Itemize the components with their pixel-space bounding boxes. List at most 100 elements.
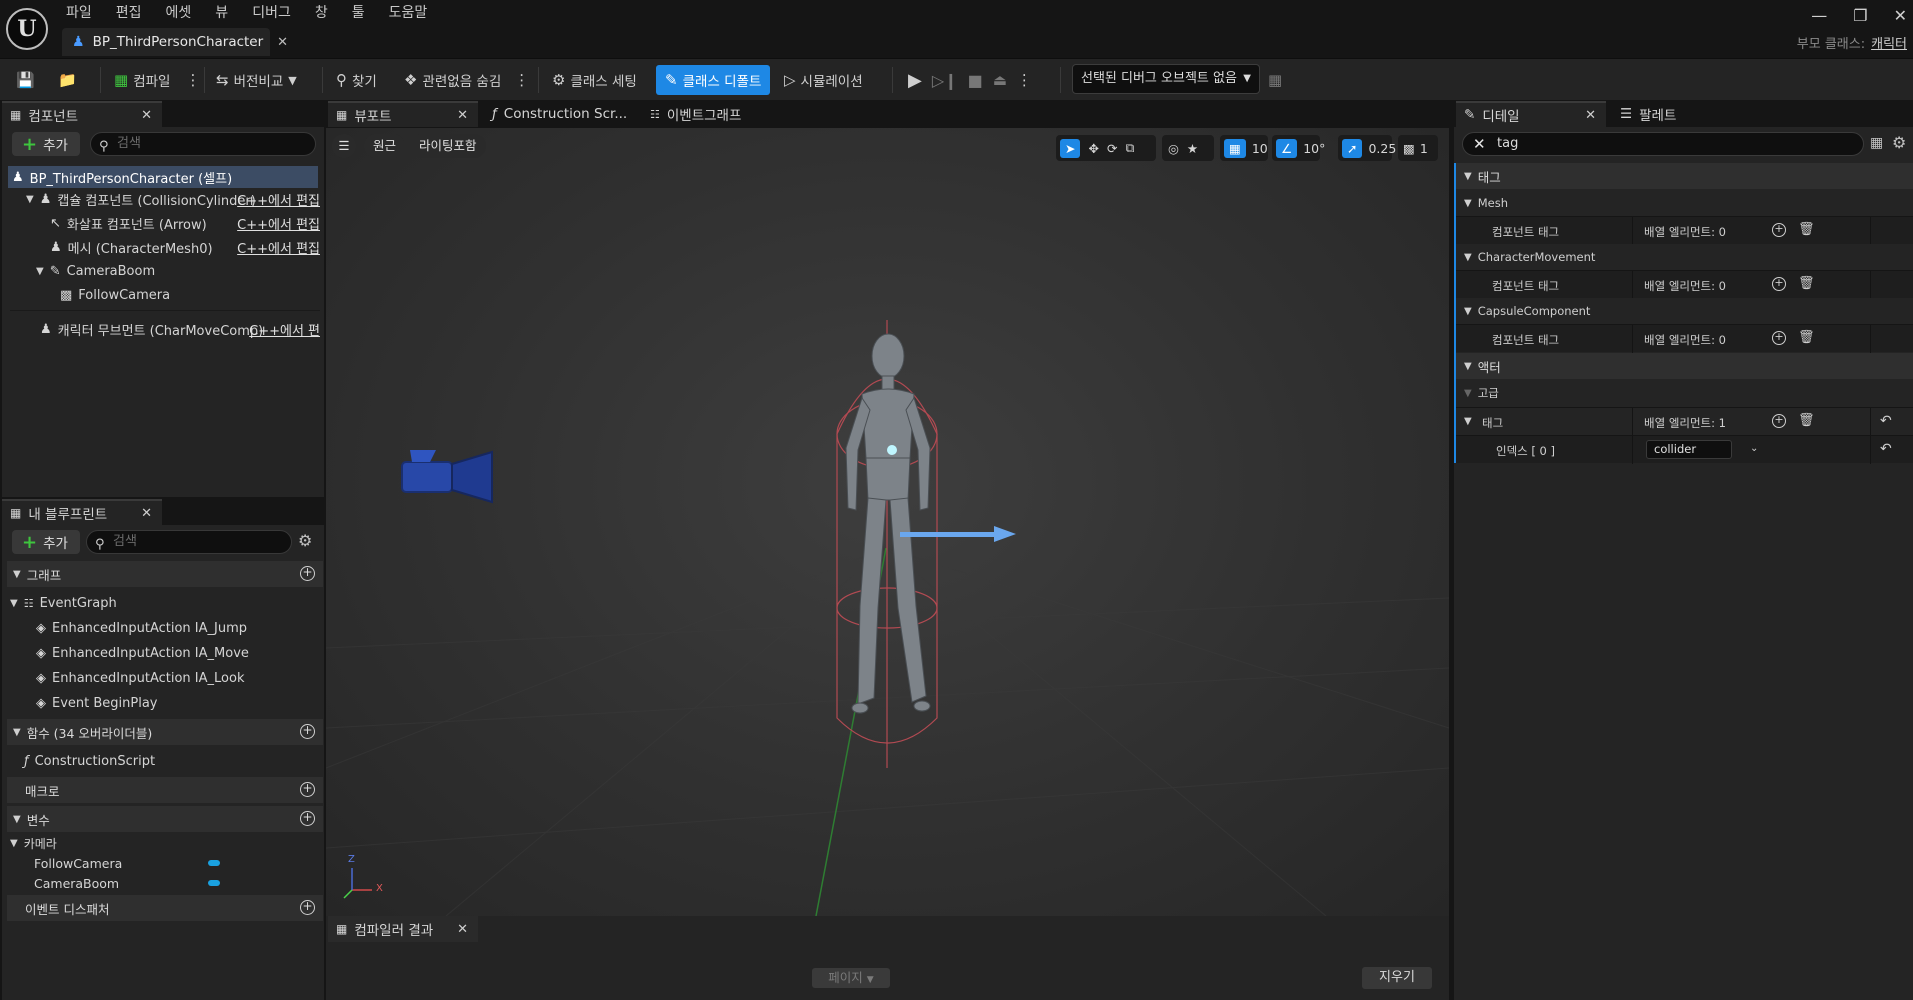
details-section-tags[interactable]: ▼ 태그 xyxy=(1456,163,1913,189)
compile-button[interactable]: ▦ 컴파일 ⋮ xyxy=(114,65,200,95)
details-group-advanced[interactable]: ▼ 고급 xyxy=(1456,380,1913,406)
debug-filter-button[interactable]: ▦ xyxy=(1268,65,1282,95)
menu-view[interactable]: 뷰 xyxy=(215,2,239,24)
event-item[interactable]: ◈ EnhancedInputAction IA_Look xyxy=(36,667,244,689)
tab-construction-script[interactable]: ƒ Construction Scr... xyxy=(484,101,634,127)
add-graph-icon[interactable]: + xyxy=(300,566,315,581)
component-charmovement[interactable]: ♟ 캐릭터 무브먼트 (CharMoveComp) C++에서 편 xyxy=(10,318,320,340)
add-element-icon[interactable]: + xyxy=(1772,414,1786,428)
menu-debug[interactable]: 디버그 xyxy=(252,2,302,24)
variable-followcamera[interactable]: FollowCamera xyxy=(34,852,220,874)
component-followcamera[interactable]: ▩ FollowCamera xyxy=(10,284,320,306)
simulation-button[interactable]: ▷ 시뮬레이션 xyxy=(784,65,863,95)
add-macro-icon[interactable]: + xyxy=(300,782,315,797)
edit-in-cpp-link[interactable]: C++에서 편집 xyxy=(237,238,320,257)
expand-arrow-icon[interactable]: ▼ xyxy=(26,194,34,205)
component-capsule[interactable]: ▼ ♟ 캡슐 컴포넌트 (CollisionCylinder) C++에서 편집 xyxy=(10,188,320,210)
class-settings-button[interactable]: ⚙ 클래스 세팅 xyxy=(552,65,637,95)
parent-class-link[interactable]: 캐릭터 xyxy=(1871,37,1907,52)
edit-in-cpp-link[interactable]: C++에서 편집 xyxy=(237,214,320,233)
section-functions[interactable]: ▼ 함수 (34 오버라이더블) + xyxy=(7,719,323,745)
clear-search-icon[interactable]: ✕ xyxy=(1473,133,1486,155)
kebab-menu-icon[interactable]: ⋮ xyxy=(185,71,200,89)
component-root[interactable]: ♟ BP_ThirdPersonCharacter (셀프) xyxy=(8,166,318,188)
rotate-tool-icon[interactable]: ⟳ xyxy=(1107,141,1117,156)
pages-dropdown[interactable]: 페이지 ▼ xyxy=(812,968,890,988)
arrow-component-gizmo[interactable] xyxy=(900,526,1016,542)
details-group-mesh[interactable]: ▼ Mesh xyxy=(1456,190,1913,216)
tab-details[interactable]: ✎ 디테일 ✕ xyxy=(1456,101,1606,127)
play-icon[interactable]: ▶ xyxy=(908,70,922,91)
viewport[interactable]: Z X ☰ 원근 라이팅포함 ➤ ✥ ⟳ ⧉ ◎ ★ ▦ 10 ∠ 10° ➚ 0.2… xyxy=(326,128,1449,916)
surface-snap-icon[interactable]: ★ xyxy=(1187,141,1198,156)
add-variable-icon[interactable]: + xyxy=(300,811,315,826)
component-cameraboom[interactable]: ▼ ✎ CameraBoom xyxy=(10,260,320,282)
close-icon[interactable]: ✕ xyxy=(141,108,152,123)
tab-my-blueprint[interactable]: ▦ 내 블루프린트 ✕ xyxy=(2,499,162,525)
details-section-actor[interactable]: ▼ 액터 xyxy=(1456,353,1913,379)
edit-in-cpp-link[interactable]: C++에서 편 xyxy=(249,320,320,339)
menu-file[interactable]: 파일 xyxy=(66,2,103,24)
lighting-button[interactable]: 라이팅포함 xyxy=(410,134,486,158)
tag-value-input[interactable]: collider xyxy=(1646,440,1732,459)
chevron-down-icon[interactable]: ⌄ xyxy=(1750,443,1758,454)
close-icon[interactable]: ✕ xyxy=(457,108,468,123)
scale-tool-icon[interactable]: ⧉ xyxy=(1125,140,1134,156)
function-construction-script[interactable]: ƒ ConstructionScript xyxy=(24,750,155,772)
close-icon[interactable]: ✕ xyxy=(1585,108,1596,123)
menu-tools[interactable]: 툴 xyxy=(352,2,376,24)
menu-edit[interactable]: 편집 xyxy=(116,2,153,24)
close-window-icon[interactable]: ✕ xyxy=(1894,6,1907,25)
kebab-menu-icon[interactable]: ⋮ xyxy=(514,71,529,89)
world-space-icon[interactable]: ◎ xyxy=(1168,141,1179,156)
gear-icon[interactable]: ⚙ xyxy=(298,531,312,550)
event-item[interactable]: ◈ EnhancedInputAction IA_Move xyxy=(36,642,249,664)
minimize-icon[interactable]: — xyxy=(1811,6,1827,25)
components-search-input[interactable]: ⚲ 검색 xyxy=(90,132,316,156)
diff-button[interactable]: ⇆ 버전비교 ▼ xyxy=(216,65,297,95)
class-defaults-button[interactable]: ✎ 클래스 디폴트 xyxy=(656,65,771,95)
grid-snap-tool[interactable]: ▦ 10 xyxy=(1220,135,1268,161)
graph-eventgraph[interactable]: ▼ ☷ EventGraph xyxy=(10,592,117,614)
reset-to-default-icon[interactable]: ↶ xyxy=(1880,441,1892,457)
add-member-button[interactable]: + 추가 xyxy=(12,530,80,554)
section-macros[interactable]: 매크로 + xyxy=(7,777,323,803)
eject-icon[interactable]: ⏏ xyxy=(993,71,1007,89)
tab-components[interactable]: ▦ 컴포넌트 ✕ xyxy=(2,101,162,127)
scale-snap-tool[interactable]: ➚ 0.25 xyxy=(1338,135,1396,161)
expand-arrow-icon[interactable]: ▼ xyxy=(36,266,44,277)
close-icon[interactable]: ✕ xyxy=(141,506,152,521)
add-element-icon[interactable]: + xyxy=(1772,277,1786,291)
add-element-icon[interactable]: + xyxy=(1772,223,1786,237)
gear-icon[interactable]: ⚙ xyxy=(1892,133,1906,152)
event-item[interactable]: ◈ EnhancedInputAction IA_Jump xyxy=(36,617,247,639)
variable-category-camera[interactable]: ▼ 카메라 xyxy=(10,832,57,854)
event-item[interactable]: ◈ Event BeginPlay xyxy=(36,692,158,714)
add-function-icon[interactable]: + xyxy=(300,724,315,739)
close-icon[interactable]: ✕ xyxy=(457,922,468,937)
details-group-capsulecomponent[interactable]: ▼ CapsuleComponent xyxy=(1456,298,1913,324)
details-search-input[interactable]: ✕ tag xyxy=(1462,132,1864,156)
add-dispatcher-icon[interactable]: + xyxy=(300,900,315,915)
table-view-icon[interactable]: ▦ xyxy=(1870,135,1883,151)
tab-event-graph[interactable]: ☷ 이벤트그래프 xyxy=(642,101,792,127)
clear-button[interactable]: 지우기 xyxy=(1362,967,1432,989)
character-mesh[interactable] xyxy=(845,333,931,714)
restore-icon[interactable]: ❐ xyxy=(1853,6,1867,25)
step-icon[interactable]: ▷❙ xyxy=(932,71,958,90)
camera-speed-tool[interactable]: ▩ 1 xyxy=(1398,135,1438,161)
perspective-button[interactable]: 원근 xyxy=(364,134,406,158)
rotation-snap-tool[interactable]: ∠ 10° xyxy=(1272,135,1325,161)
section-variables[interactable]: ▼ 변수 + xyxy=(7,806,323,832)
add-element-icon[interactable]: + xyxy=(1772,331,1786,345)
kebab-menu-icon[interactable]: ⋮ xyxy=(1017,71,1032,89)
details-group-charactermovement[interactable]: ▼ CharacterMovement xyxy=(1456,244,1913,270)
edit-in-cpp-link[interactable]: C++에서 편집 xyxy=(237,190,320,209)
viewport-menu-button[interactable]: ☰ xyxy=(332,134,356,158)
menu-window[interactable]: 창 xyxy=(315,2,339,24)
tab-palette[interactable]: ☰ 팔레트 xyxy=(1612,101,1732,127)
trash-icon[interactable]: 🗑 xyxy=(1798,222,1815,237)
variable-type-pill[interactable] xyxy=(208,880,220,886)
tab-viewport[interactable]: ▦ 뷰포트 ✕ xyxy=(328,101,478,127)
reset-to-default-icon[interactable]: ↶ xyxy=(1880,413,1892,429)
